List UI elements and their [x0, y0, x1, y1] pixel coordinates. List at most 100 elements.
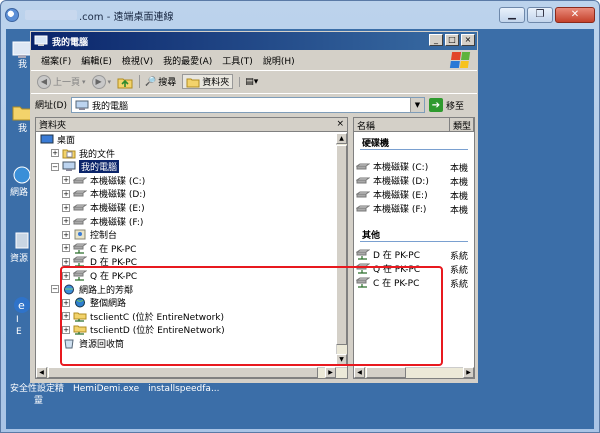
scroll-thumb[interactable] [48, 367, 318, 378]
explorer-close-button[interactable]: × [461, 34, 475, 46]
go-label: 移至 [446, 101, 465, 112]
tree-node-label: 本機磁碟 (D:) [90, 190, 146, 201]
expand-icon[interactable]: + [62, 325, 70, 334]
expand-icon[interactable]: + [62, 271, 70, 280]
list-item[interactable]: D 在 PK-PC [356, 248, 420, 261]
menu-view[interactable]: 檢視(V) [122, 54, 153, 67]
item-name: 本機磁碟 (E:) [373, 191, 428, 201]
tree-node-label: 本機磁碟 (F:) [90, 217, 144, 228]
expand-icon[interactable]: + [62, 176, 70, 185]
expand-icon[interactable]: + [62, 298, 70, 307]
minimize-button[interactable]: ▁ [499, 7, 525, 23]
expand-icon[interactable]: + [51, 149, 59, 158]
tree-node[interactable]: − 網路上的芳鄰 [51, 283, 133, 296]
menu-help[interactable]: 說明(H) [263, 54, 295, 67]
tree-node-label: C 在 PK-PC [90, 244, 137, 255]
go-button[interactable]: ➔ 移至 [429, 98, 464, 112]
tree-node[interactable]: + D 在 PK-PC [62, 255, 137, 268]
address-input[interactable]: 我的電腦 ▼ [71, 97, 425, 113]
expand-icon[interactable]: + [62, 312, 70, 321]
tree-node[interactable]: + 本機磁碟 (E:) [62, 201, 145, 214]
list-item[interactable]: 本機磁碟 (E:) [356, 188, 428, 201]
item-name: D 在 PK-PC [373, 251, 420, 261]
restore-button[interactable]: ❐ [527, 7, 553, 23]
tree-node[interactable]: + tsclientC (位於 EntireNetwork) [62, 310, 224, 323]
list-item[interactable]: Q 在 PK-PC [356, 262, 420, 275]
folders-button[interactable]: 資料夾 [182, 74, 234, 89]
tree-node[interactable]: 資源回收筒 [51, 337, 124, 350]
menu-edit[interactable]: 編輯(E) [81, 54, 112, 67]
scroll-thumb[interactable] [366, 367, 406, 378]
computer-icon [34, 35, 48, 46]
tree-node[interactable]: − 我的電腦 [51, 160, 120, 174]
views-button[interactable]: ▤▾ [239, 76, 258, 87]
folders-pane-close-button[interactable]: × [336, 119, 344, 129]
column-type[interactable]: 類型 [450, 118, 474, 132]
up-folder-icon [117, 78, 133, 88]
drive-icon [356, 177, 370, 184]
address-dropdown-button[interactable]: ▼ [410, 98, 424, 112]
explorer-window-controls: _ □ × [429, 34, 475, 46]
forward-button[interactable]: ▶ ▾ [91, 74, 112, 89]
scroll-right-icon[interactable]: ▶ [325, 367, 336, 378]
tree-node[interactable]: 桌面 [40, 133, 75, 146]
scroll-up-icon[interactable]: ▲ [336, 133, 347, 144]
tree-node-label: 桌面 [57, 136, 76, 146]
scroll-left-icon[interactable]: ◀ [36, 367, 47, 378]
tree-node-label: Q 在 PK-PC [90, 272, 138, 282]
menu-tools[interactable]: 工具(T) [222, 54, 253, 67]
address-value: 我的電腦 [92, 101, 129, 112]
expand-icon[interactable]: + [62, 189, 70, 198]
contents-horizontal-scrollbar[interactable]: ◀ ▶ [354, 367, 474, 378]
drive-icon [356, 163, 370, 170]
back-button[interactable]: ◀ 上一頁 ▾ [37, 74, 86, 89]
expand-icon[interactable]: + [62, 217, 70, 226]
desktop-label: 資源 [10, 254, 29, 264]
expand-icon[interactable]: + [62, 203, 70, 212]
expand-icon[interactable]: + [62, 230, 70, 239]
collapse-icon[interactable]: − [51, 285, 59, 294]
desktop-label: E [16, 327, 22, 337]
tree-node-label: D 在 PK-PC [90, 258, 137, 269]
expand-icon[interactable]: + [62, 257, 70, 266]
scroll-right-icon[interactable]: ▶ [463, 367, 474, 378]
menu-favorites[interactable]: 我的最愛(A) [163, 54, 212, 67]
expand-icon[interactable]: + [62, 244, 70, 253]
scroll-thumb[interactable] [336, 145, 347, 345]
tree-node[interactable]: + tsclientD (位於 EntireNetwork) [62, 323, 225, 336]
folders-vertical-scrollbar[interactable]: ▲ ▼ [336, 133, 347, 365]
explorer-minimize-button[interactable]: _ [429, 34, 443, 46]
explorer-body: 檔案(F) 編輯(E) 檢視(V) 我的最愛(A) 工具(T) 說明(H) ◀ … [31, 50, 477, 382]
scroll-down-icon[interactable]: ▼ [336, 354, 347, 365]
list-item[interactable]: 本機磁碟 (C:) [356, 160, 428, 173]
list-item[interactable]: 本機磁碟 (F:) [356, 202, 426, 215]
svg-text:e: e [18, 299, 25, 312]
tree-node[interactable]: + 本機磁碟 (C:) [62, 174, 145, 187]
drive-icon [73, 177, 87, 184]
my-computer-window: 我的電腦 _ □ × 檔案(F) 編輯(E) 檢視(V) 我的最愛(A) 工具(… [30, 31, 478, 383]
explorer-titlebar[interactable]: 我的電腦 _ □ × [31, 32, 477, 50]
drive-icon [73, 190, 87, 197]
up-folder-button[interactable] [117, 75, 133, 89]
contents-pane: 名稱 類型 硬碟機 本機磁碟 (C:) 本機 本機磁碟 (D:) 本機 本機磁碟 (E:)… [353, 117, 475, 379]
tree-node[interactable]: + 本機磁碟 (F:) [62, 215, 143, 228]
tree-node[interactable]: + 整個網路 [62, 296, 126, 309]
tree-node[interactable]: + C 在 PK-PC [62, 242, 136, 255]
item-name: C 在 PK-PC [373, 279, 420, 289]
search-button[interactable]: 🔎 搜尋 [139, 75, 176, 88]
scroll-left-icon[interactable]: ◀ [354, 367, 365, 378]
explorer-maximize-button[interactable]: □ [445, 34, 459, 46]
collapse-icon[interactable]: − [51, 162, 59, 171]
close-button[interactable]: ✕ [555, 7, 595, 23]
menu-file[interactable]: 檔案(F) [41, 54, 71, 67]
tree-node[interactable]: + 控制台 [62, 228, 117, 241]
list-item[interactable]: C 在 PK-PC [356, 276, 419, 289]
forward-dropdown-icon: ▾ [107, 77, 112, 86]
list-item[interactable]: 本機磁碟 (D:) [356, 174, 429, 187]
remote-desktop-titlebar[interactable]: .com - 遠端桌面連線 ▁ ❐ ✕ [1, 1, 599, 29]
tree-node[interactable]: + 我的文件 [51, 147, 115, 160]
tree-node[interactable]: + Q 在 PK-PC [62, 269, 137, 282]
column-name[interactable]: 名稱 [354, 118, 450, 132]
folders-horizontal-scrollbar[interactable]: ◀ ▶ [36, 367, 347, 378]
tree-node[interactable]: + 本機磁碟 (D:) [62, 187, 146, 200]
